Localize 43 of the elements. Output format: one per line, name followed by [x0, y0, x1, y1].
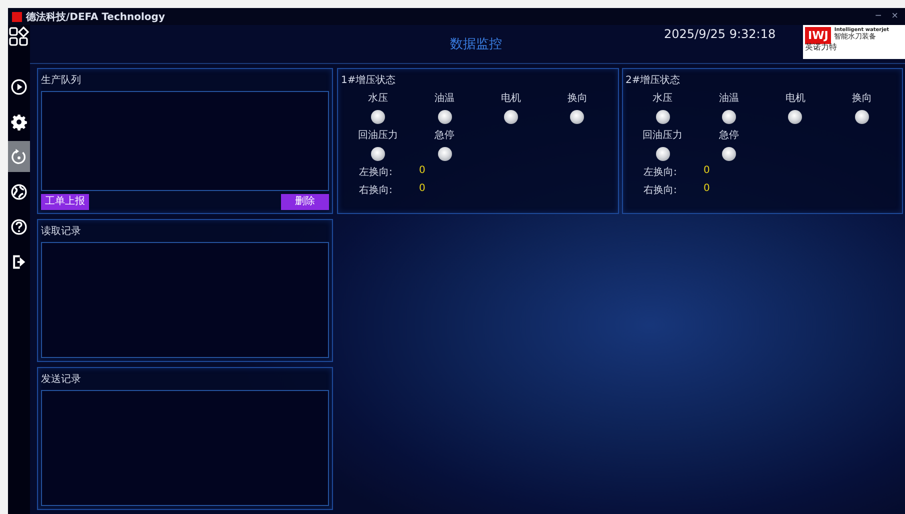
- play-icon: [10, 78, 28, 96]
- window-title: 德法科技/DEFA Technology: [26, 10, 165, 24]
- indicator-label: 换向: [567, 92, 588, 105]
- help-icon: [10, 218, 28, 236]
- indicator-label: 水压: [652, 92, 673, 105]
- reading-label: 左换向:: [359, 166, 389, 179]
- read-log-list[interactable]: [41, 242, 329, 358]
- globe-icon: [10, 182, 28, 200]
- indicator-label: 油温: [434, 92, 455, 105]
- panel-title: 发送记录: [41, 373, 81, 386]
- close-button[interactable]: ×: [888, 10, 901, 23]
- indicator-label: 电机: [500, 92, 521, 105]
- indicator-label: 水压: [368, 92, 388, 105]
- indicator-label: 回油压力: [642, 128, 683, 142]
- reading-label: 左换向:: [644, 166, 674, 179]
- date-time: 2025/9/25 9:32:18: [664, 27, 776, 41]
- reading-value: 0: [419, 183, 426, 196]
- reading-value: 0: [704, 165, 710, 178]
- send-log-list[interactable]: [41, 390, 329, 506]
- panel-title: 2#增压状态: [626, 74, 680, 87]
- indicator-label: 急停: [434, 129, 455, 142]
- indicator-label: 回油压力: [358, 128, 398, 142]
- indicator-label: 急停: [719, 129, 740, 142]
- reading-label: 右换向:: [359, 184, 389, 197]
- delete-button[interactable]: 删除: [281, 194, 329, 210]
- refresh-nav-item[interactable]: [8, 141, 30, 172]
- apps-icon[interactable]: [8, 26, 30, 48]
- reading-label: 右换向:: [644, 184, 674, 197]
- reading-value: 0: [704, 183, 710, 196]
- logout-icon: [10, 252, 28, 270]
- panel-title: 读取记录: [41, 224, 81, 238]
- page-title: 数据监控: [450, 36, 502, 53]
- indicator-label: 电机: [785, 92, 806, 105]
- queue-list[interactable]: [41, 91, 329, 191]
- app-logo-icon: [12, 12, 22, 22]
- panel-title: 1#增压状态: [341, 74, 396, 87]
- indicator-label: 油温: [719, 92, 740, 105]
- reading-value: 0: [419, 165, 426, 178]
- minimize-button[interactable]: −: [872, 10, 885, 23]
- refresh-icon: [10, 148, 28, 166]
- panel-title: 生产队列: [41, 74, 81, 87]
- report-button[interactable]: 工单上报: [41, 194, 89, 210]
- indicator-label: 换向: [852, 92, 872, 105]
